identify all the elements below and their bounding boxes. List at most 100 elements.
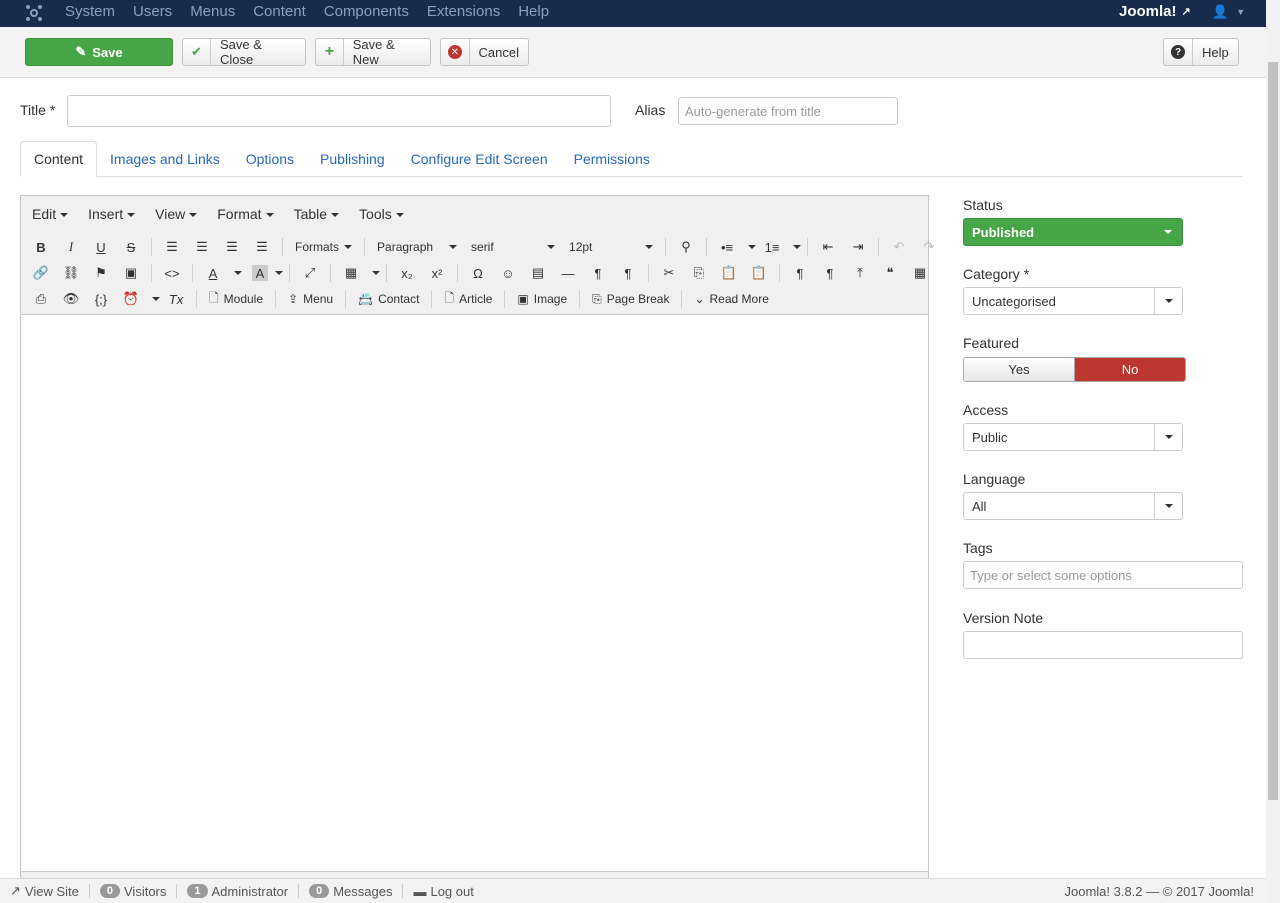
site-brand-link[interactable]: Joomla! ↗ <box>1119 3 1191 20</box>
logout-link[interactable]: ▬ Log out <box>403 884 483 899</box>
editor-menu-view[interactable]: View <box>155 206 197 222</box>
editor-menu-tools[interactable]: Tools <box>359 206 404 222</box>
menu-users[interactable]: Users <box>133 3 172 20</box>
menu-help[interactable]: Help <box>518 3 549 20</box>
cut-icon[interactable]: ✂ <box>655 262 683 284</box>
administrator-link[interactable]: 1 Administrator <box>177 884 300 899</box>
editor-menu-table[interactable]: Table <box>294 206 339 222</box>
joomla-logo-icon[interactable] <box>25 4 43 22</box>
editor-body[interactable] <box>21 315 928 865</box>
code-icon[interactable]: <> <box>158 262 186 284</box>
fullscreen-icon[interactable]: ⤢ <box>296 262 324 284</box>
print-icon[interactable]: ⎙ <box>27 288 55 310</box>
image-icon[interactable]: ▣ <box>117 262 145 284</box>
save-new-button[interactable]: + Save & New <box>315 37 431 67</box>
table-icon[interactable]: ▦ <box>337 262 365 284</box>
indent-icon[interactable]: ⇥ <box>844 236 872 258</box>
featured-yes-button[interactable]: Yes <box>964 358 1075 381</box>
clear-formatting-icon[interactable]: Tx <box>162 288 190 310</box>
insert-image-button[interactable]: ▣ Image <box>511 292 573 306</box>
editor-menu-edit[interactable]: Edit <box>32 206 68 222</box>
font-size-dropdown[interactable]: 12pt <box>563 240 659 254</box>
view-site-link[interactable]: ↗ View Site <box>0 883 90 899</box>
caret-down-icon[interactable] <box>152 297 160 301</box>
messages-link[interactable]: 0 Messages <box>299 884 404 899</box>
rtl-icon[interactable]: ¶ <box>614 262 642 284</box>
align-justify-icon[interactable]: ☰ <box>248 236 276 258</box>
tab-images-links[interactable]: Images and Links <box>97 141 233 177</box>
block-format-dropdown[interactable]: Paragraph <box>371 240 463 254</box>
align-right-icon[interactable]: ☰ <box>218 236 246 258</box>
superscript-icon[interactable]: x² <box>423 262 451 284</box>
menu-components[interactable]: Components <box>324 3 409 20</box>
read-more-button[interactable]: ⌄ Read More <box>688 292 774 306</box>
clock-icon[interactable]: ⏰ <box>117 288 145 310</box>
editor-menu-insert[interactable]: Insert <box>88 206 135 222</box>
horizontal-rule-icon[interactable]: — <box>554 262 582 284</box>
caret-down-icon[interactable] <box>372 271 380 275</box>
title-input[interactable] <box>67 95 611 127</box>
align-left-icon[interactable]: ☰ <box>158 236 186 258</box>
menu-content[interactable]: Content <box>253 3 306 20</box>
visual-chars-icon[interactable]: ¶ <box>816 262 844 284</box>
insert-above-icon[interactable]: ⤒ <box>846 262 874 284</box>
paragraph-icon[interactable]: ¶ <box>786 262 814 284</box>
save-button[interactable]: ✎ Save <box>25 38 173 66</box>
paste-text-icon[interactable]: 📋 <box>745 262 773 284</box>
ltr-icon[interactable]: ¶ <box>584 262 612 284</box>
tab-configure-edit-screen[interactable]: Configure Edit Screen <box>398 141 561 177</box>
caret-down-icon[interactable] <box>234 271 242 275</box>
caret-down-icon[interactable] <box>793 245 802 249</box>
strikethrough-icon[interactable]: S <box>117 236 145 258</box>
bold-icon[interactable]: B <box>27 236 55 258</box>
language-select[interactable]: All <box>963 492 1183 520</box>
access-select[interactable]: Public <box>963 423 1183 451</box>
align-center-icon[interactable]: ☰ <box>188 236 216 258</box>
link-icon[interactable]: 🔗 <box>27 262 55 284</box>
tab-content[interactable]: Content <box>20 141 98 177</box>
code-sample-icon[interactable]: {;} <box>87 288 115 310</box>
save-close-button[interactable]: ✔ Save & Close <box>182 37 306 67</box>
alias-input[interactable]: Auto-generate from title <box>678 97 898 125</box>
blockquote-icon[interactable]: ❝ <box>876 262 904 284</box>
user-menu[interactable]: 👤 ▼ <box>1212 4 1245 20</box>
tab-publishing[interactable]: Publishing <box>307 141 398 177</box>
page-scrollbar[interactable] <box>1266 0 1280 903</box>
insert-module-button[interactable]: 🗋 Module <box>203 289 269 310</box>
menu-system[interactable]: System <box>65 3 115 20</box>
subscript-icon[interactable]: x₂ <box>393 262 421 284</box>
template-icon[interactable]: ▦ <box>906 262 934 284</box>
caret-down-icon[interactable] <box>748 245 757 249</box>
numbered-list-icon[interactable]: 1≡ <box>758 236 786 258</box>
cancel-button[interactable]: ✕ Cancel <box>440 38 529 66</box>
formats-dropdown[interactable]: Formats <box>289 240 358 254</box>
visitors-link[interactable]: 0 Visitors <box>90 884 178 899</box>
media-icon[interactable]: ▤ <box>524 262 552 284</box>
outdent-icon[interactable]: ⇤ <box>814 236 842 258</box>
font-family-dropdown[interactable]: serif <box>465 240 561 254</box>
italic-icon[interactable]: I <box>57 236 85 258</box>
bookmark-icon[interactable]: ⚑ <box>87 262 115 284</box>
bullet-list-icon[interactable]: •≡ <box>713 236 741 258</box>
redo-icon[interactable]: ↷ <box>915 236 943 258</box>
emoticon-icon[interactable]: ☺ <box>494 262 522 284</box>
undo-icon[interactable]: ↶ <box>885 236 913 258</box>
scrollbar-thumb[interactable] <box>1268 62 1278 800</box>
underline-icon[interactable]: U <box>87 236 115 258</box>
menu-extensions[interactable]: Extensions <box>427 3 500 20</box>
copy-icon[interactable]: ⎘ <box>685 262 713 284</box>
background-color-icon[interactable]: A <box>252 265 268 281</box>
paste-icon[interactable]: 📋 <box>715 262 743 284</box>
tags-input[interactable]: Type or select some options <box>963 561 1243 589</box>
caret-down-icon[interactable] <box>275 271 283 275</box>
insert-article-button[interactable]: 🗋 Article <box>438 289 498 310</box>
featured-no-button[interactable]: No <box>1075 358 1185 381</box>
find-replace-icon[interactable]: ⚲ <box>672 236 700 258</box>
status-select[interactable]: Published <box>963 218 1183 246</box>
special-char-icon[interactable]: Ω <box>464 262 492 284</box>
help-button[interactable]: ? Help <box>1163 38 1239 66</box>
preview-icon[interactable]: 👁 <box>57 288 85 310</box>
insert-contact-button[interactable]: 📇 Contact <box>352 292 425 306</box>
editor-menu-format[interactable]: Format <box>217 206 273 222</box>
page-break-button[interactable]: ⎘ Page Break <box>586 292 675 307</box>
